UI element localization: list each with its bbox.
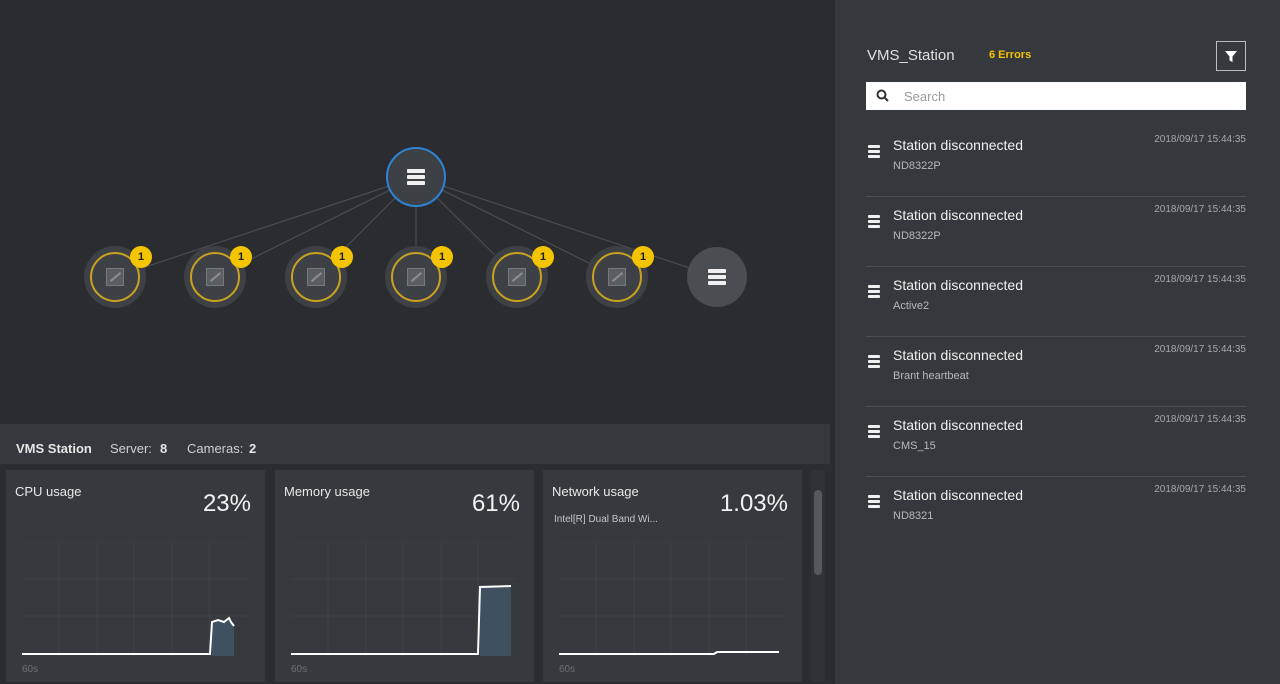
search-input[interactable]: Search	[866, 82, 1246, 110]
event-title: Station disconnected	[893, 277, 1023, 293]
event-timestamp: 2018/09/17 15:44:35	[1154, 134, 1246, 145]
camera-offline-icon	[307, 268, 325, 286]
metric-value: 61%	[471, 490, 520, 517]
event-item[interactable]: Station disconnected Brant heartbeat 201…	[866, 337, 1246, 407]
network-usage-graph	[559, 542, 784, 657]
event-title: Station disconnected	[893, 347, 1023, 363]
child-node-1[interactable]: 1	[84, 246, 152, 308]
camera-offline-icon	[206, 268, 224, 286]
event-timestamp: 2018/09/17 15:44:35	[1154, 274, 1246, 285]
event-timestamp: 2018/09/17 15:44:35	[1154, 204, 1246, 215]
event-item[interactable]: Station disconnected ND8321 2018/09/17 1…	[866, 477, 1246, 547]
memory-usage-card: Memory usage 61% 60s	[275, 470, 534, 682]
topology-canvas[interactable]: 1 1 1 1 1 1	[0, 0, 830, 424]
root-station-node[interactable]	[386, 147, 446, 207]
event-title: Station disconnected	[893, 137, 1023, 153]
event-source: Brant heartbeat	[893, 370, 969, 382]
event-item[interactable]: Station disconnected ND8322P 2018/09/17 …	[866, 197, 1246, 267]
search-icon	[876, 89, 889, 102]
event-source: ND8322P	[893, 160, 941, 172]
cameras-label: Cameras:	[187, 441, 244, 456]
event-timestamp: 2018/09/17 15:44:35	[1154, 484, 1246, 495]
event-item[interactable]: Station disconnected Active2 2018/09/17 …	[866, 267, 1246, 337]
metrics-scrollbar[interactable]	[811, 470, 825, 682]
topology-links	[114, 176, 718, 278]
child-node-5[interactable]: 1	[486, 246, 554, 308]
camera-offline-icon	[608, 268, 626, 286]
event-timestamp: 2018/09/17 15:44:35	[1154, 344, 1246, 355]
cpu-usage-card: CPU usage 23% 60s	[6, 470, 265, 682]
server-icon	[407, 169, 425, 185]
metric-value: 1.03%	[719, 490, 788, 517]
child-node-4[interactable]: 1	[385, 246, 453, 308]
camera-offline-icon	[106, 268, 124, 286]
alert-badge: 1	[632, 246, 654, 268]
station-info-bar: VMS Station Server: 8 Cameras: 2	[0, 424, 830, 464]
scrollbar-thumb[interactable]	[814, 490, 822, 575]
child-node-6[interactable]: 1	[586, 246, 654, 308]
event-title: Station disconnected	[893, 207, 1023, 223]
alert-badge: 1	[431, 246, 453, 268]
cpu-usage-graph	[22, 542, 247, 657]
metric-value: 23%	[202, 490, 251, 517]
server-label: Server:	[110, 441, 152, 456]
server-icon	[868, 285, 880, 301]
child-node-3[interactable]: 1	[285, 246, 353, 308]
filter-button[interactable]	[1216, 41, 1246, 71]
time-axis-label: 60s	[559, 664, 576, 675]
child-node-2[interactable]: 1	[184, 246, 252, 308]
cameras-count: 2	[249, 441, 257, 456]
server-icon	[708, 269, 726, 285]
camera-offline-icon	[508, 268, 526, 286]
panel-title: VMS_Station	[867, 47, 955, 64]
time-axis-label: 60s	[22, 664, 39, 675]
event-item[interactable]: Station disconnected ND8322P 2018/09/17 …	[866, 127, 1246, 197]
event-title: Station disconnected	[893, 417, 1023, 433]
event-timestamp: 2018/09/17 15:44:35	[1154, 414, 1246, 425]
metric-title: CPU usage	[15, 484, 82, 499]
event-source: ND8321	[893, 510, 934, 522]
server-icon	[868, 495, 880, 511]
event-source: CMS_15	[893, 440, 936, 452]
event-item[interactable]: Station disconnected CMS_15 2018/09/17 1…	[866, 407, 1246, 477]
event-title: Station disconnected	[893, 487, 1023, 503]
child-node-server[interactable]	[687, 247, 747, 307]
event-source: ND8322P	[893, 230, 941, 242]
event-source: Active2	[893, 300, 930, 312]
station-name: VMS Station	[16, 441, 92, 456]
server-icon	[868, 425, 880, 441]
server-icon	[868, 215, 880, 231]
search-placeholder: Search	[904, 89, 946, 104]
filter-icon	[1225, 51, 1237, 62]
alert-badge: 1	[532, 246, 554, 268]
memory-usage-graph	[291, 542, 516, 657]
metric-title: Network usage	[552, 484, 639, 499]
camera-offline-icon	[407, 268, 425, 286]
server-count: 8	[160, 441, 168, 456]
network-adapter-name: Intel[R] Dual Band Wi...	[554, 514, 658, 525]
server-icon	[868, 355, 880, 371]
alert-badge: 1	[130, 246, 152, 268]
events-panel: VMS_Station 6 Errors Search Station disc…	[835, 0, 1280, 684]
server-icon	[868, 145, 880, 161]
error-count[interactable]: 6 Errors	[989, 49, 1031, 61]
alert-badge: 1	[230, 246, 252, 268]
metric-title: Memory usage	[284, 484, 370, 499]
network-usage-card: Network usage Intel[R] Dual Band Wi... 1…	[543, 470, 802, 682]
alert-badge: 1	[331, 246, 353, 268]
time-axis-label: 60s	[291, 664, 308, 675]
